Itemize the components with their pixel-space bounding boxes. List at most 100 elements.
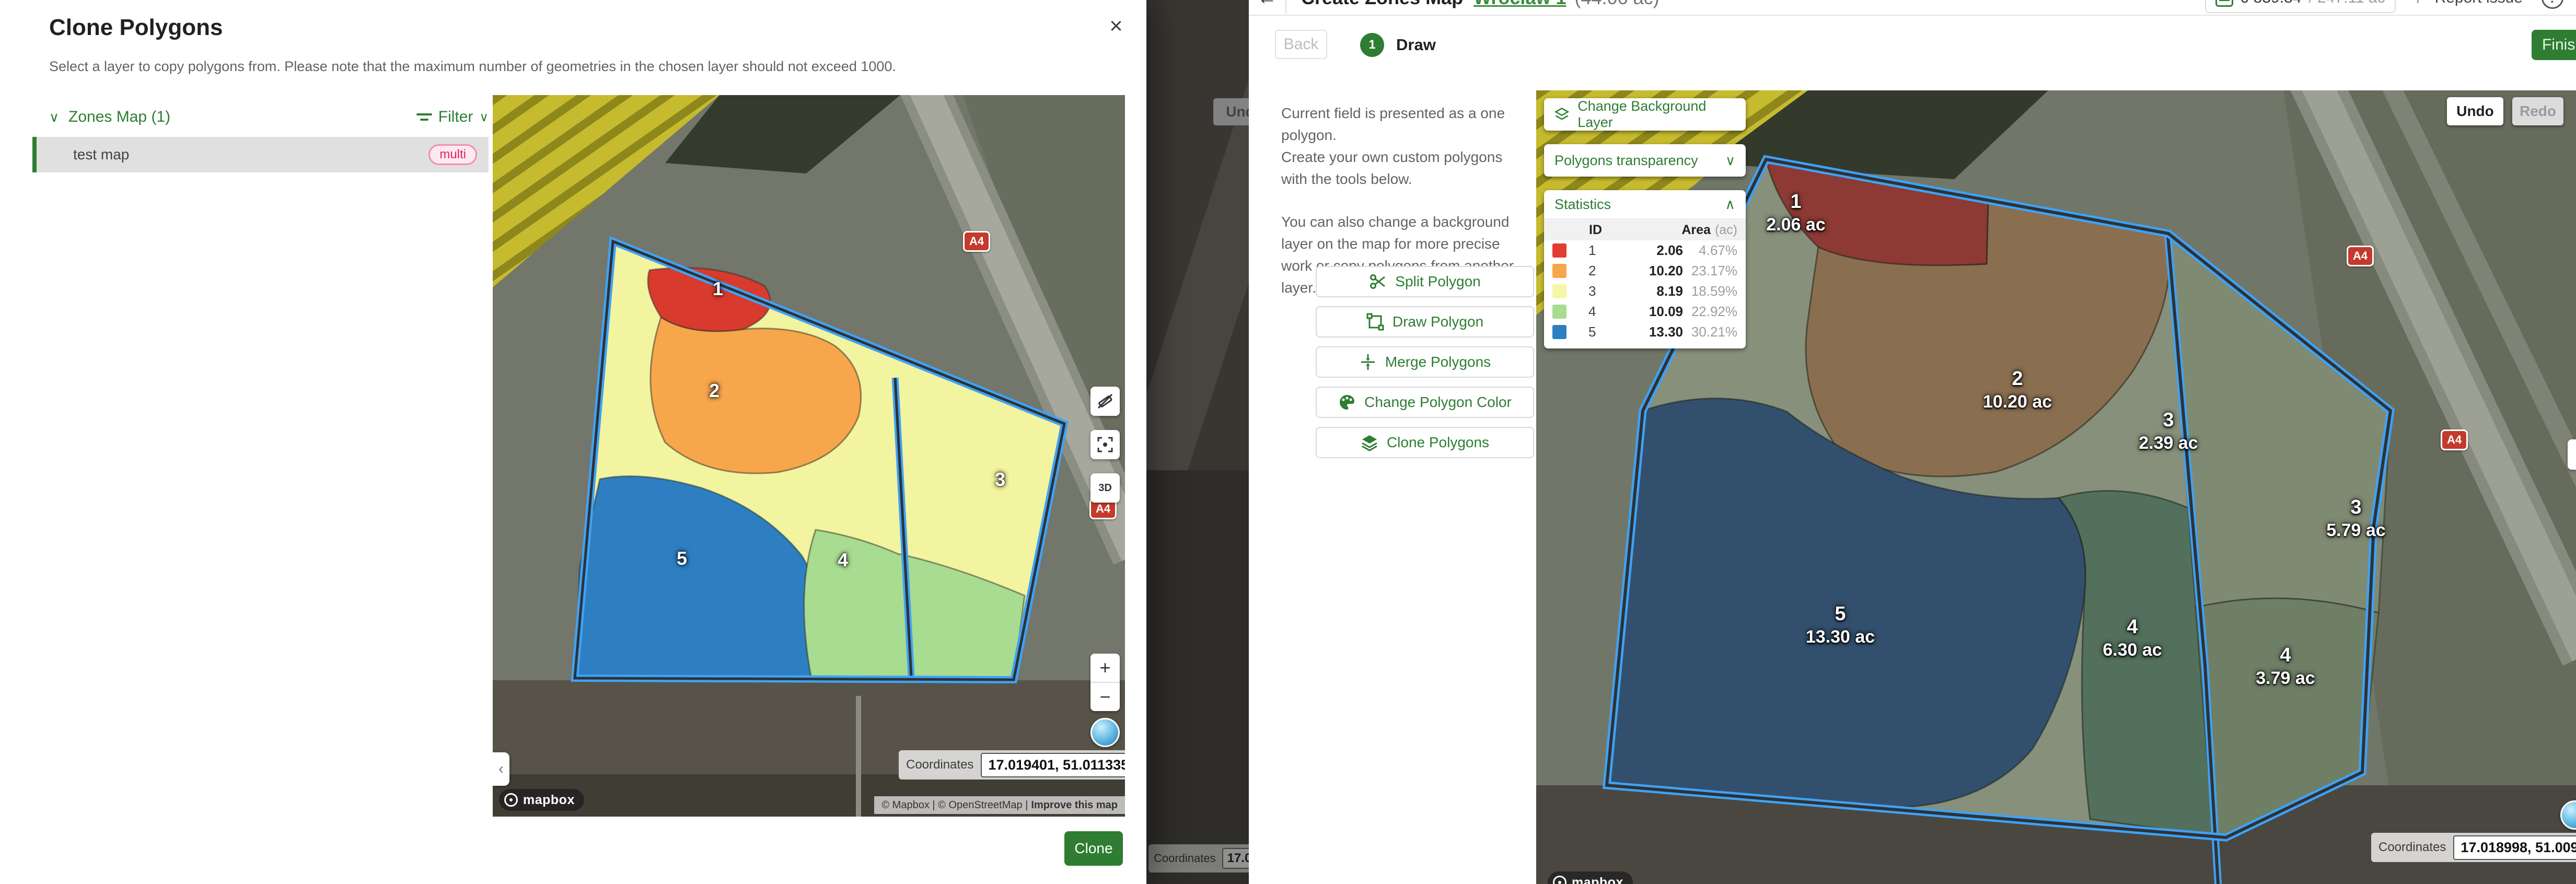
clone-button[interactable]: Clone: [1064, 831, 1123, 866]
coordinates-input[interactable]: 17.018998, 51.009848: [2453, 835, 2576, 860]
square-icon: [1366, 313, 1384, 331]
statistics-header[interactable]: Statistics ∧: [1544, 190, 1746, 219]
zone-color-swatch: [1552, 284, 1567, 298]
merge-polygons-button[interactable]: Merge Polygons: [1316, 346, 1534, 378]
layer-name: test map: [73, 146, 129, 163]
ruler-slash-icon: [1096, 392, 1114, 410]
coordinates-label: Coordinates: [906, 758, 973, 772]
report-issue-button[interactable]: ⚑ Report issue: [2415, 0, 2523, 7]
change-background-layer-button[interactable]: Change Background Layer: [1544, 98, 1746, 131]
3d-icon: 3D: [1098, 482, 1112, 494]
zones-editor-map[interactable]: 12.06 ac 210.20 ac 32.39 ac 35.79 ac 513…: [1536, 90, 2576, 884]
transparency-panel: Polygons transparency ∨: [1544, 144, 1746, 177]
mapbox-logo[interactable]: mapbox: [1548, 871, 1633, 884]
zone-percent: 23.17%: [1683, 263, 1737, 279]
redo-button[interactable]: Redo: [2512, 97, 2563, 125]
area-summary-total: / 247.11 ac: [2308, 0, 2385, 7]
collapse-panel-button[interactable]: ‹: [493, 752, 509, 786]
zone-number-label: 4: [822, 549, 864, 571]
clone-polygons-modal: Clone Polygons × Select a layer to copy …: [0, 0, 1146, 884]
field-icon: [2215, 0, 2233, 7]
clone-polygons-button[interactable]: Clone Polygons: [1316, 427, 1534, 458]
field-link[interactable]: Wroclaw 1: [1473, 0, 1566, 9]
improve-map-link[interactable]: Improve this map: [1031, 799, 1118, 811]
clone-preview-map[interactable]: 1 2 3 4 5 A4 A4: [493, 95, 1125, 817]
column-area: Area: [1681, 223, 1711, 237]
collapse-panel-button[interactable]: [2568, 439, 2576, 470]
zoom-out-button[interactable]: −: [1090, 683, 1120, 711]
road-shield-a4: A4: [963, 231, 990, 252]
create-zones-map-screen: ← Create Zones Map Wroclaw 1 (44.06 ac) …: [1249, 0, 2576, 884]
finish-button[interactable]: Finish: [2532, 30, 2576, 60]
back-arrow-icon[interactable]: ←: [1249, 0, 1285, 9]
layers-icon: [1361, 434, 1378, 451]
layer-list-item[interactable]: test map multi: [32, 137, 489, 172]
filter-label: Filter: [438, 108, 473, 126]
zone-color-swatch: [1552, 264, 1567, 278]
field-area: (44.06 ac): [1574, 0, 1659, 9]
split-polygon-button[interactable]: Split Polygon: [1316, 266, 1534, 297]
report-issue-label: Report issue: [2435, 0, 2523, 7]
zone-number-label: 1: [697, 278, 739, 300]
zone-color-swatch: [1552, 325, 1567, 339]
statistics-row: 4 10.09 22.92%: [1544, 301, 1746, 322]
column-area-unit: (ac): [1715, 223, 1737, 237]
statistics-panel: Statistics ∧ ID Area(ac) 1 2.06 4.67%: [1544, 190, 1746, 348]
zone-id: 3: [1588, 283, 1620, 299]
zone-number-label: 3: [979, 469, 1021, 491]
tool-label: Merge Polygons: [1385, 354, 1491, 370]
scissors-icon: [1369, 273, 1387, 290]
instruction-paragraph: Create your own custom polygons with the…: [1281, 146, 1531, 190]
step-label: Draw: [1396, 36, 1436, 54]
layers-group-header[interactable]: ∨ Zones Map (1) Filter ∨: [49, 103, 489, 131]
measure-toggle-button[interactable]: [1090, 387, 1120, 416]
coordinates-box: Coordinates 17.019401, 51.011335: [899, 750, 1125, 780]
modal-title: Clone Polygons: [49, 15, 223, 41]
coordinates-label: Coordinates: [2378, 840, 2446, 855]
statistics-row: 2 10.20 23.17%: [1544, 261, 1746, 281]
filter-control[interactable]: Filter ∨: [416, 103, 489, 131]
help-icon[interactable]: ?: [2542, 0, 2563, 9]
area-summary[interactable]: 0 839.84 / 247.11 ac: [2205, 0, 2396, 13]
page-header: ← Create Zones Map Wroclaw 1 (44.06 ac) …: [1249, 0, 2576, 16]
zone-id: 1: [1588, 242, 1620, 259]
mapbox-logo-text: mapbox: [523, 793, 575, 808]
statistics-table-header: ID Area(ac): [1544, 219, 1746, 240]
zone-percent: 22.92%: [1683, 304, 1737, 320]
page-title: Create Zones Map: [1301, 0, 1463, 9]
zone-id: 2: [1588, 263, 1620, 279]
statistics-row: 5 13.30 30.21%: [1544, 322, 1746, 342]
statistics-title: Statistics: [1554, 196, 1611, 213]
step-number-badge: 1: [1360, 33, 1384, 57]
draw-polygon-button[interactable]: Draw Polygon: [1316, 306, 1534, 338]
mapbox-logo[interactable]: mapbox: [499, 789, 584, 811]
mapbox-logo-text: mapbox: [1572, 875, 1623, 884]
zoom-in-button[interactable]: +: [1090, 654, 1120, 683]
3d-view-button[interactable]: 3D: [1090, 473, 1120, 503]
close-icon[interactable]: ×: [1101, 11, 1131, 41]
screenshot-root: Undo Coordinates 17.01 Clone Polygons × …: [0, 0, 2576, 884]
change-polygon-color-button[interactable]: Change Polygon Color: [1316, 387, 1534, 418]
undo-button[interactable]: Undo: [2447, 97, 2503, 125]
globe-view-button[interactable]: [1090, 718, 1120, 747]
change-background-panel: Change Background Layer: [1544, 98, 1746, 131]
zone-id: 4: [1588, 304, 1620, 320]
coordinates-input[interactable]: 17.019401, 51.011335: [981, 753, 1125, 777]
zone-area: 2.06: [1656, 242, 1683, 259]
statistics-row: 3 8.19 18.59%: [1544, 281, 1746, 301]
zone-number-label: 2: [693, 380, 735, 402]
center-field-button[interactable]: [1090, 430, 1120, 459]
zone-area: 13.30: [1649, 324, 1683, 340]
polygons-transparency-dropdown[interactable]: Polygons transparency ∨: [1544, 144, 1746, 177]
coordinates-box: Coordinates 17.018998, 51.009848: [2371, 833, 2576, 862]
zone-color-swatch: [1552, 305, 1567, 319]
statistics-row: 1 2.06 4.67%: [1544, 240, 1746, 261]
tool-label: Clone Polygons: [1387, 434, 1489, 451]
back-button[interactable]: Back: [1275, 30, 1327, 59]
chevron-down-icon: ∨: [1725, 153, 1735, 169]
chevron-down-icon: ∨: [49, 109, 59, 125]
mapbox-icon: [504, 793, 518, 807]
map-attribution: © Mapbox | © OpenStreetMap | Improve thi…: [874, 796, 1125, 814]
tool-label: Draw Polygon: [1393, 313, 1483, 330]
zone-number-label: 5: [661, 548, 703, 569]
